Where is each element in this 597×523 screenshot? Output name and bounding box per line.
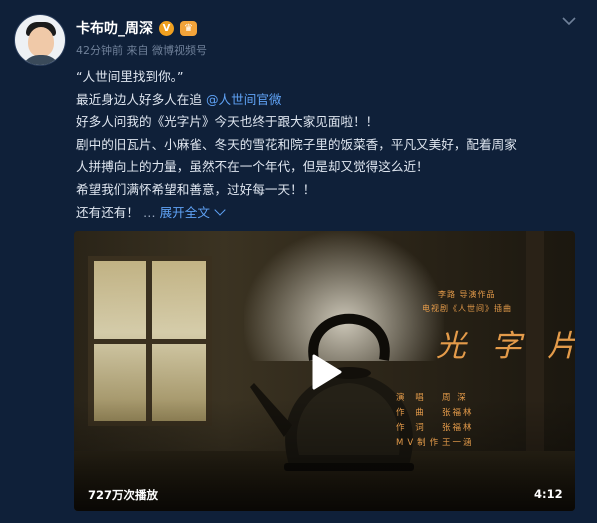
post-line: 好多人问我的《光字片》今天也终于跟大家见面啦！！ (76, 114, 379, 130)
credit-name: 张福林 (442, 408, 474, 418)
post-text: “人世间里找到你。” 最近身边人好多人在追 @人世间官微 好多人问我的《光字片》… (76, 66, 584, 224)
post-line-text: 还有还有！ (76, 204, 139, 220)
avatar[interactable] (14, 14, 66, 66)
credit-name: 张福林 (442, 423, 474, 433)
video-player[interactable]: 李路 导演作品 电视剧《人世间》插曲 光 字 片 演 唱 周 深 作 曲 张福林… (74, 231, 575, 511)
author-row: 卡布叻_周深 V ♛ (76, 18, 197, 38)
credit-name: 王一涵 (442, 438, 474, 448)
avatar-shirt (21, 55, 61, 65)
post-line: 最近身边人好多人在追 @人世间官微 (76, 89, 584, 112)
credit-line: 作 曲 张福林 (396, 406, 546, 421)
credit-role: 演 唱 (396, 393, 428, 403)
credit-line: MV制作 王一涵 (396, 436, 546, 451)
credit-role: MV制作 (396, 438, 443, 448)
credits-list: 演 唱 周 深 作 曲 张福林 作 词 张福林 MV制作 王一涵 (396, 391, 546, 451)
credit-line: 演 唱 周 深 (396, 391, 546, 406)
expand-chevron-icon[interactable] (214, 203, 226, 216)
credit-name: 周 深 (442, 393, 468, 403)
expand-link[interactable]: 展开全文 (160, 205, 210, 220)
post-line: 还有还有！ … 展开全文 (76, 202, 584, 225)
member-crown-icon: ♛ (180, 20, 197, 36)
author-name[interactable]: 卡布叻_周深 (76, 18, 153, 38)
weibo-post-card: 卡布叻_周深 V ♛ 42分钟前 来自 微博视频号 “人世间里找到你。” 最近身… (0, 0, 597, 523)
post-line: 人拼搏向上的力量，虽然不在一个年代，但是却又觉得这么近！ (76, 159, 429, 175)
chevron-down-icon[interactable] (560, 14, 578, 28)
film-title: 光 字 片 (436, 329, 575, 364)
post-meta: 42分钟前 来自 微博视频号 (76, 44, 207, 57)
post-line-text: 最近身边人好多人在追 (76, 91, 206, 107)
view-count: 727万次播放 (88, 488, 159, 502)
play-icon[interactable] (305, 352, 345, 392)
ellipsis: … (138, 204, 160, 220)
footer-links-partial (76, 516, 136, 523)
credit-line: 作 词 张福林 (396, 421, 546, 436)
credit-role: 作 曲 (396, 408, 428, 418)
credit-role: 作 词 (396, 423, 428, 433)
verified-badge-icon: V (159, 20, 174, 36)
director-credit: 李路 导演作品 (438, 290, 496, 299)
post-line: 希望我们满怀希望和善意，过好每一天！！ (76, 181, 316, 197)
series-credit: 电视剧《人世间》插曲 (422, 304, 512, 313)
post-line: “人世间里找到你。” (76, 69, 184, 84)
post-line: 剧中的旧瓦片、小麻雀、冬天的雪花和院子里的饭菜香，平凡又美好，配着周家 (76, 136, 517, 152)
mention-link[interactable]: @人世间官微 (206, 92, 282, 107)
video-duration: 4:12 (534, 487, 563, 501)
avatar-face (28, 27, 54, 57)
